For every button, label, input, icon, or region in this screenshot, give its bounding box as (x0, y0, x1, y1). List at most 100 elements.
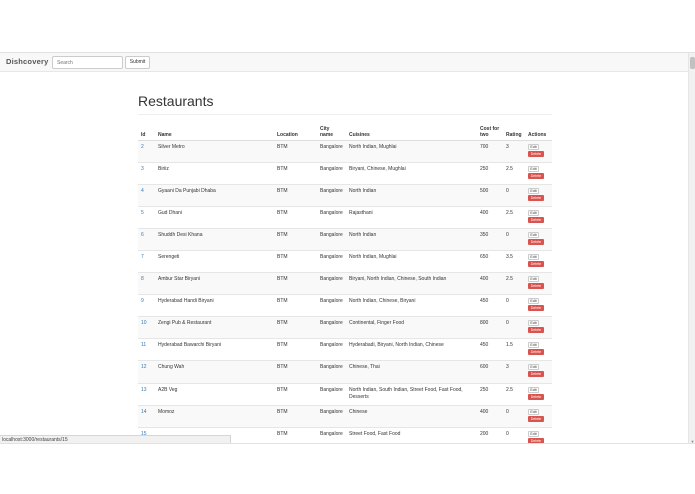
table-row: 6 Shuddh Desi Khana BTM Bangalore North Indi… (138, 227, 552, 251)
restaurant-id-link[interactable]: 7 (141, 254, 144, 260)
restaurant-id-link[interactable]: 6 (141, 232, 144, 238)
edit-button[interactable]: Edit (528, 187, 539, 194)
delete-button[interactable]: Delete (528, 194, 544, 201)
cell-actions: Edit Delete (525, 426, 552, 443)
cell-actions: Edit Delete (525, 227, 552, 251)
cell-city: Bangalore (317, 205, 346, 229)
restaurant-id-link[interactable]: 2 (141, 144, 144, 150)
cell-name: Momoz (155, 404, 274, 428)
cell-location: BTM (274, 249, 317, 273)
cell-rating: 3 (503, 139, 525, 163)
edit-button[interactable]: Edit (528, 430, 539, 437)
cell-rating: 2.5 (503, 272, 525, 295)
scrollbar-thumb[interactable] (690, 57, 695, 69)
delete-button[interactable]: Delete (528, 415, 544, 422)
cell-location: BTM (274, 316, 317, 339)
submit-button[interactable]: Submit (125, 56, 150, 69)
edit-button[interactable]: Edit (528, 298, 539, 305)
restaurant-id-link[interactable]: 8 (141, 276, 144, 282)
cell-id: 12 (138, 360, 155, 384)
brand-logo[interactable]: Dishcovery (6, 57, 48, 66)
delete-button[interactable]: Delete (528, 349, 544, 356)
column-header-rating: Rating (503, 125, 525, 141)
cell-city: Bangalore (317, 316, 346, 339)
delete-button[interactable]: Delete (528, 150, 544, 157)
delete-button[interactable]: Delete (528, 216, 544, 223)
vertical-scrollbar[interactable]: ▼ (688, 53, 695, 444)
restaurant-id-link[interactable]: 11 (141, 342, 146, 348)
table-row: 10 Zengi Pub & Restaurant BTM Bangalore Cont… (138, 316, 552, 339)
cell-cuisines: Chinese (346, 404, 477, 428)
delete-button[interactable]: Delete (528, 238, 544, 245)
restaurant-id-link[interactable]: 10 (141, 320, 147, 326)
restaurant-id-link[interactable]: 9 (141, 298, 144, 304)
table-row: 11 Hyderabad Bawarchi Biryani BTM Bangalore… (138, 338, 552, 361)
delete-button[interactable]: Delete (528, 260, 544, 267)
cell-location: BTM (274, 183, 317, 207)
delete-button[interactable]: Delete (528, 305, 544, 312)
edit-button[interactable]: Edit (528, 320, 539, 327)
cell-actions: Edit Delete (525, 161, 552, 185)
cell-rating: 0 (503, 183, 525, 207)
cell-cuisines: North Indian, Mughlai (346, 249, 477, 273)
cell-cost: 700 (477, 139, 503, 163)
cell-cuisines: Street Food, Fast Food (346, 426, 477, 443)
cell-cost: 200 (477, 426, 503, 443)
cell-actions: Edit Delete (525, 360, 552, 384)
cell-actions: Edit Delete (525, 249, 552, 273)
edit-button[interactable]: Edit (528, 143, 539, 150)
edit-button[interactable]: Edit (528, 386, 539, 393)
restaurant-id-link[interactable]: 4 (141, 188, 144, 194)
scroll-down-arrow-icon[interactable]: ▼ (690, 440, 695, 444)
search-input[interactable] (52, 56, 123, 69)
table-row: 4 Gyaani Da Punjabi Dhaba BTM Bangalore Nort… (138, 183, 552, 207)
edit-button[interactable]: Edit (528, 165, 539, 172)
column-header-location: Location (274, 125, 317, 141)
restaurant-id-link[interactable]: 13 (141, 387, 147, 393)
cell-rating: 0 (503, 404, 525, 428)
delete-button[interactable]: Delete (528, 393, 544, 400)
cell-actions: Edit Delete (525, 316, 552, 339)
restaurant-id-link[interactable]: 12 (141, 364, 147, 370)
cell-location: BTM (274, 382, 317, 406)
cell-city: Bangalore (317, 382, 346, 406)
cell-cost: 450 (477, 294, 503, 317)
cell-actions: Edit Delete (525, 205, 552, 229)
restaurant-id-link[interactable]: 14 (141, 409, 147, 415)
delete-button[interactable]: Delete (528, 172, 544, 179)
delete-button[interactable]: Delete (528, 437, 544, 443)
edit-button[interactable]: Edit (528, 364, 539, 371)
delete-button[interactable]: Delete (528, 327, 544, 334)
cell-id: 11 (138, 338, 155, 361)
cell-city: Bangalore (317, 360, 346, 384)
cell-location: BTM (274, 404, 317, 428)
delete-button[interactable]: Delete (528, 283, 544, 290)
table-row: 13 A2B Veg BTM Bangalore North Indian, South… (138, 382, 552, 406)
cell-name: Gyaani Da Punjabi Dhaba (155, 183, 274, 207)
cell-location: BTM (274, 205, 317, 229)
edit-button[interactable]: Edit (528, 408, 539, 415)
cell-rating: 0 (503, 316, 525, 339)
table-row: 14 Momoz BTM Bangalore Chinese 400 0 Edit Delete (138, 404, 552, 428)
cell-name: Hyderabad Handi Biryani (155, 294, 274, 317)
edit-button[interactable]: Edit (528, 231, 539, 238)
edit-button[interactable]: Edit (528, 209, 539, 216)
cell-actions: Edit Delete (525, 294, 552, 317)
restaurant-id-link[interactable]: 3 (141, 166, 144, 172)
delete-button[interactable]: Delete (528, 371, 544, 378)
cell-actions: Edit Delete (525, 272, 552, 295)
edit-button[interactable]: Edit (528, 342, 539, 349)
cell-city: Bangalore (317, 183, 346, 207)
cell-rating: 0 (503, 426, 525, 443)
column-header-cost: Cost for two (477, 125, 503, 141)
cell-id: 4 (138, 183, 155, 207)
cell-actions: Edit Delete (525, 183, 552, 207)
cell-name: Ambur Star Biryani (155, 272, 274, 295)
restaurant-id-link[interactable]: 5 (141, 210, 144, 216)
cell-name: Chung Wah (155, 360, 274, 384)
cell-cuisines: Chinese, Thai (346, 360, 477, 384)
edit-button[interactable]: Edit (528, 253, 539, 260)
column-header-cuisines: Cuisines (346, 125, 477, 141)
edit-button[interactable]: Edit (528, 276, 539, 283)
cell-name: Silver Metro (155, 139, 274, 163)
